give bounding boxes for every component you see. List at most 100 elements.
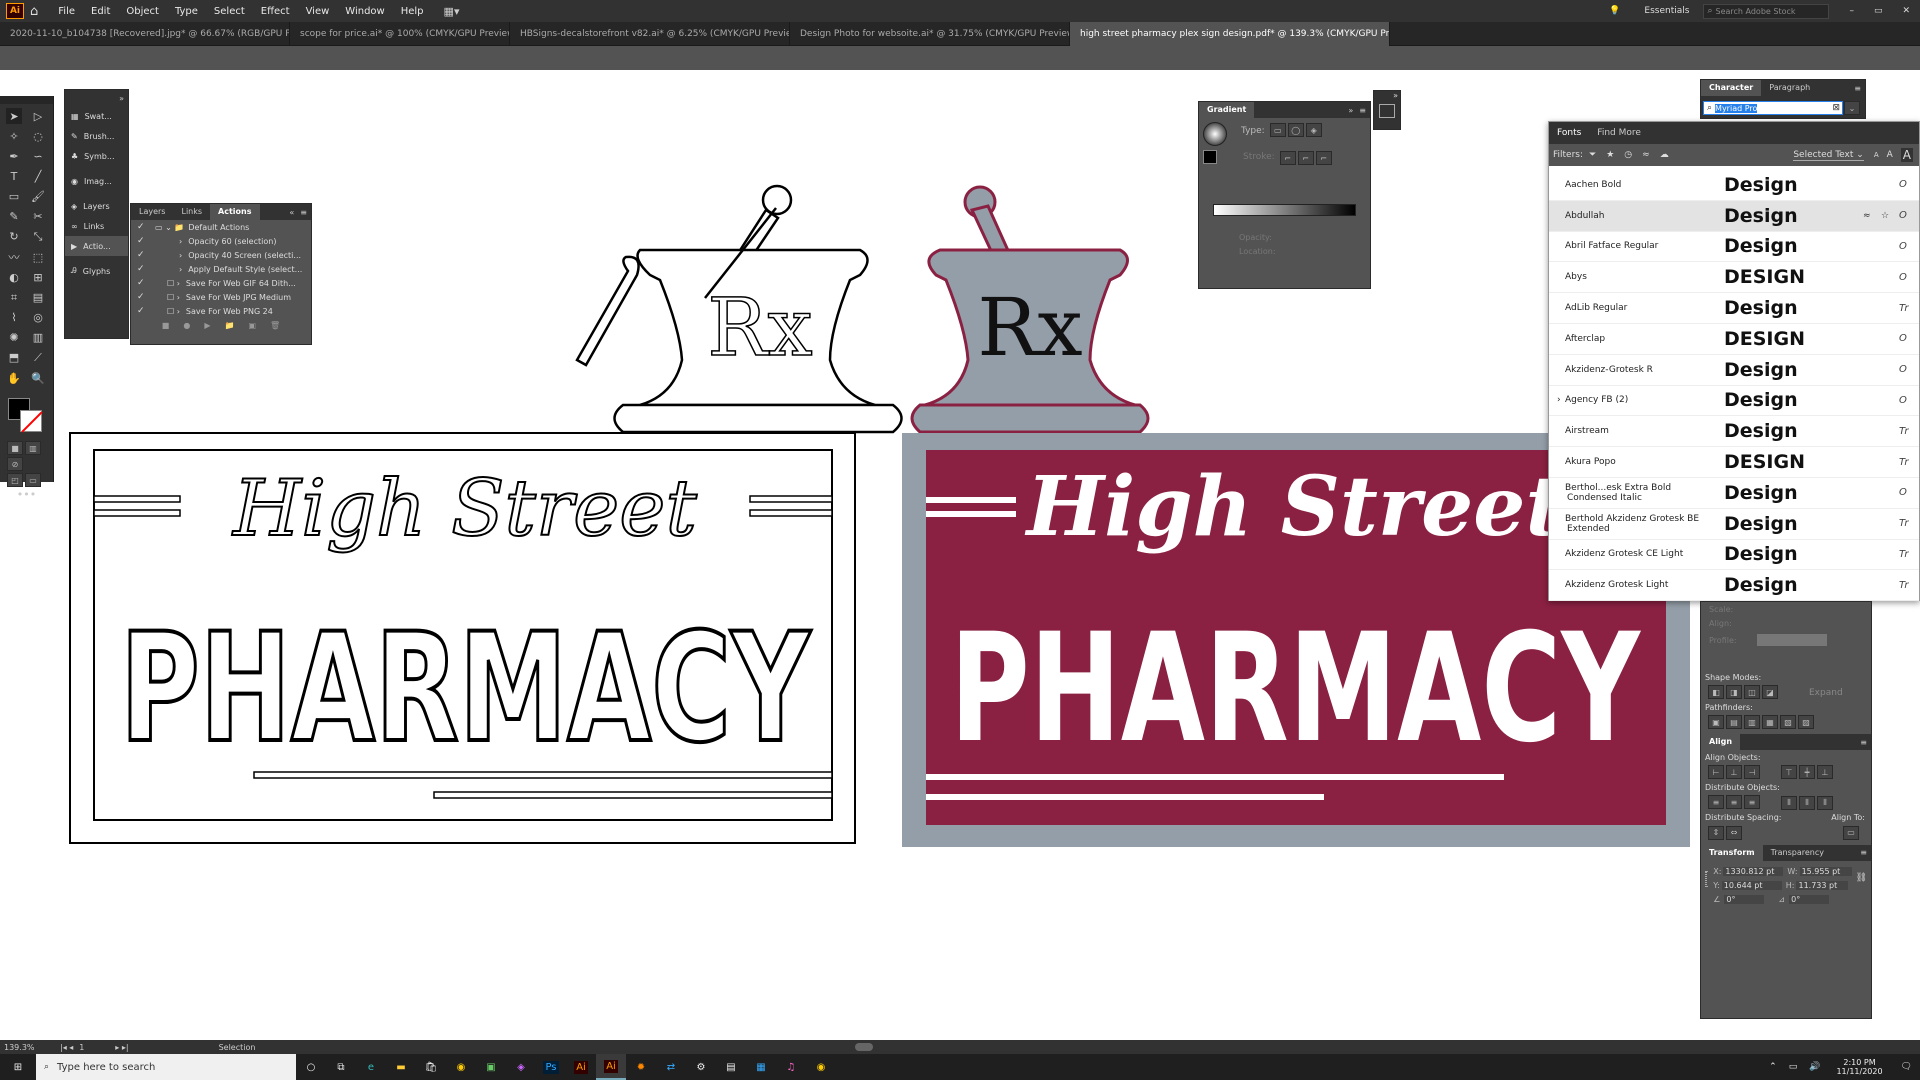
file-explorer-icon[interactable]: ▬ (386, 1054, 416, 1080)
action-row[interactable]: ✓ ☐ › Save For Web PNG 24 (131, 304, 311, 318)
chrome-2-icon[interactable]: ◉ (806, 1054, 836, 1080)
volume-icon[interactable]: 🔊 (1809, 1062, 1820, 1072)
none-mode-icon[interactable]: ⊘ (7, 457, 23, 471)
tools-panel-grip[interactable] (0, 96, 53, 104)
app-logo[interactable]: Ai (6, 3, 24, 19)
checkmark-icon[interactable]: ✓ (137, 306, 147, 316)
panel-menu-icon[interactable]: ≡ (1359, 106, 1366, 115)
rectangle-tool-icon[interactable]: ▭ (6, 188, 22, 204)
dist-vcenter-icon[interactable]: ≡ (1726, 795, 1742, 809)
align-hcenter-icon[interactable]: ⊥ (1726, 765, 1742, 779)
crop-icon[interactable]: ▦ (1762, 715, 1778, 729)
font-list-item[interactable]: AdLib Regular Design Tr (1549, 293, 1919, 324)
new-action-icon[interactable]: ▣ (248, 321, 256, 330)
space-vertical-icon[interactable]: ⇕ (1708, 825, 1724, 840)
clock[interactable]: 2:10 PM 11/11/2020 (1836, 1058, 1882, 1076)
artboard-tool-icon[interactable]: ⬒ (6, 350, 22, 366)
checkmark-icon[interactable]: ✓ (137, 236, 147, 246)
free-transform-icon[interactable]: ⬚ (30, 249, 46, 265)
rotate-input[interactable]: 0° (1724, 895, 1765, 904)
stroke-swatch[interactable] (20, 410, 43, 433)
dist-left-icon[interactable]: ⦀ (1781, 795, 1797, 810)
paintbrush-icon[interactable]: 🖌 (30, 188, 46, 204)
horizontal-scrollbar[interactable] (855, 1043, 874, 1051)
align-to-icon[interactable]: ▭ (1843, 825, 1859, 840)
itunes-icon[interactable]: ♫ (776, 1054, 806, 1080)
panel-menu-icon[interactable]: ≡ (1860, 848, 1867, 857)
constrain-proportions-icon[interactable]: ⛓ (1856, 873, 1867, 907)
collapse-icon[interactable]: » (1348, 106, 1353, 115)
illustrator-icon[interactable]: Ai (566, 1054, 596, 1080)
warp-tool-icon[interactable]: 〰 (6, 249, 22, 265)
checkmark-icon[interactable]: ✓ (137, 222, 147, 232)
photos-icon[interactable]: ◈ (506, 1054, 536, 1080)
tab-paragraph[interactable]: Paragraph (1761, 80, 1818, 96)
align-top-icon[interactable]: ⊤ (1781, 765, 1797, 779)
gradient-slider[interactable] (1213, 204, 1356, 216)
windows-start-icon[interactable]: ⊞ (0, 1054, 36, 1080)
taskbar-search[interactable]: ⌕ Type here to search (36, 1054, 296, 1080)
clear-icon[interactable]: ⊠ (1832, 103, 1840, 113)
radial-gradient-button[interactable]: ◯ (1287, 123, 1304, 137)
pen-tool-icon[interactable]: ✒ (6, 148, 22, 164)
graph-tool-icon[interactable]: ▥ (30, 330, 46, 346)
action-row[interactable]: ✓ ☐ › Save For Web JPG Medium (131, 290, 311, 304)
tab-character[interactable]: Character (1701, 80, 1762, 96)
dock-image-trace[interactable]: ◉ Imag... (65, 166, 128, 196)
font-list-item[interactable]: Abdullah Design ≈ ☆ O (1549, 200, 1919, 232)
app-icon-4[interactable]: ▦ (746, 1054, 776, 1080)
y-input[interactable]: 10.644 pt (1721, 881, 1782, 890)
sample-text-select[interactable]: Selected Text ⌄ (1793, 150, 1864, 161)
new-set-icon[interactable]: 📁 (225, 321, 235, 330)
dock-brushes[interactable]: ✎ Brush... (65, 126, 128, 146)
tab-document-4[interactable]: Design Photo for websoite.ai* @ 31.75% (… (790, 21, 1070, 46)
outline-icon[interactable]: ▧ (1780, 715, 1796, 729)
artboard-nav-next[interactable]: ▸ ▸| (115, 1043, 128, 1052)
lasso-icon[interactable]: ◌ (30, 128, 46, 144)
tab-find-more[interactable]: Find More (1589, 128, 1649, 138)
font-list-item[interactable]: Afterclap DESIGN O (1549, 324, 1919, 355)
shaper-tool-icon[interactable]: ✎ (6, 208, 22, 224)
checkmark-icon[interactable]: ✓ (137, 250, 147, 260)
page-field[interactable]: 1 (79, 1043, 109, 1052)
blend-tool-icon[interactable]: ◎ (30, 310, 46, 326)
similar-icon[interactable]: ≈ (1642, 150, 1650, 160)
linear-gradient-button[interactable]: ▭ (1269, 123, 1286, 137)
action-row[interactable]: ✓ › Apply Default Style (select... (131, 262, 311, 276)
align-vcenter-icon[interactable]: ┿ (1799, 765, 1815, 779)
zoom-field[interactable]: 139.3% (4, 1043, 48, 1052)
store-icon[interactable]: 🛍 (416, 1054, 446, 1080)
reference-point-icon[interactable] (1705, 870, 1708, 887)
sample-size-large[interactable]: A (1900, 148, 1913, 162)
tab-transform[interactable]: Transform (1701, 844, 1763, 861)
font-list-item[interactable]: Aachen Bold Design O (1549, 170, 1919, 201)
curvature-tool-icon[interactable]: ∽ (30, 148, 46, 164)
sample-size-medium[interactable]: A (1887, 150, 1893, 160)
system-tray-chevron-icon[interactable]: ⌃ (1769, 1062, 1777, 1072)
chrome-icon[interactable]: ◉ (446, 1054, 476, 1080)
lightbulb-icon[interactable]: 💡 (1609, 6, 1620, 16)
panel-menu-icon[interactable]: ≡ (300, 208, 307, 217)
font-list-item[interactable]: Akzidenz Grotesk CE Light Design Tr (1549, 540, 1919, 571)
star-icon[interactable]: ☆ (1881, 211, 1899, 221)
dist-top-icon[interactable]: ≡ (1708, 795, 1724, 809)
stroke-option-1[interactable]: ⌐ (1279, 151, 1296, 165)
h-input[interactable]: 11.733 pt (1796, 881, 1849, 890)
tab-transparency[interactable]: Transparency (1763, 845, 1832, 861)
tab-document-1[interactable]: 2020-11-10_b104738 [Recovered].jpg* @ 66… (0, 21, 290, 46)
w-input[interactable]: 15.955 pt (1799, 867, 1852, 876)
dock-links[interactable]: ∞ Links (65, 216, 128, 236)
menu-view[interactable]: View (298, 6, 338, 17)
intersect-icon[interactable]: ◫ (1744, 685, 1760, 699)
minus-back-icon[interactable]: ▨ (1798, 715, 1814, 729)
dist-bottom-icon[interactable]: ≡ (1744, 795, 1760, 809)
checkmark-icon[interactable]: ✓ (137, 278, 147, 288)
record-icon[interactable]: ● (183, 321, 190, 330)
similar-icon[interactable]: ≈ (1863, 211, 1881, 221)
color-mode-icon[interactable]: ■ (7, 441, 23, 455)
minimize-icon[interactable]: – (1849, 6, 1854, 16)
font-list-item[interactable]: Abys DESIGN O (1549, 262, 1919, 294)
menu-help[interactable]: Help (393, 6, 432, 17)
divide-icon[interactable]: ▣ (1708, 715, 1724, 729)
screen-mode-icon[interactable]: ▭ (25, 473, 41, 487)
